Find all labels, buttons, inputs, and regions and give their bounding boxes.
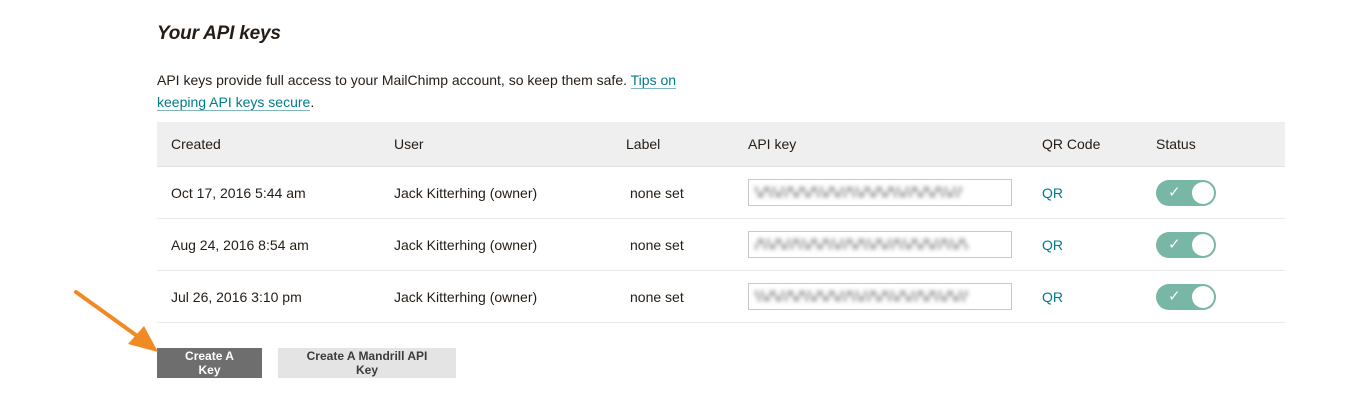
api-key-value: ▞▚▚▞▚▞▞▚▚▞▚▞▚▚▞▞▚▞▚▚▞▚▞▞▚▚▞▚▞▚▞▞▚▚▞▚ xyxy=(755,239,969,250)
table-row: Jul 26, 2016 3:10 pm Jack Kitterhing (ow… xyxy=(157,271,1285,323)
created-date: Oct 17, 2016 5:44 am xyxy=(171,184,306,201)
action-buttons: Create A Key Create A Mandrill API Key xyxy=(157,348,456,378)
key-label: none set xyxy=(630,288,684,305)
check-icon: ✓ xyxy=(1168,286,1181,305)
api-key-field[interactable]: ▞▚▚▞▚▞▞▚▚▞▚▞▚▚▞▞▚▞▚▚▞▚▞▞▚▚▞▚▞▚▞▞▚▚▞▚ xyxy=(748,231,1012,258)
api-key-cell: ▚▚▞▚▞▞▚▞▚▚▞▚▞▚▞▞▚▚▞▞▚▞▚▚▞▚▞▞▚▞▚▚▞▚▞▞ xyxy=(748,271,1012,322)
created-date: Aug 24, 2016 8:54 am xyxy=(171,236,309,253)
create-mandrill-key-button[interactable]: Create A Mandrill API Key xyxy=(278,348,456,378)
api-key-value: ▚▞▚▚▞▞▚▞▚▞▚▚▞▚▞▞▚▚▞▚▞▚▞▚▚▞▞▚▞▚▞▚▚▞▞ xyxy=(755,187,963,198)
header-user: User xyxy=(394,136,424,152)
api-keys-table: Created User Label API key QR Code Statu… xyxy=(157,122,1285,323)
header-created: Created xyxy=(171,136,221,152)
created-date: Jul 26, 2016 3:10 pm xyxy=(171,288,302,305)
toggle-knob xyxy=(1192,181,1214,204)
header-api-key: API key xyxy=(748,136,797,152)
intro-text: API keys provide full access to your Mai… xyxy=(157,69,717,113)
status-toggle[interactable]: ✓ xyxy=(1156,231,1216,258)
qr-link[interactable]: QR xyxy=(1042,237,1063,253)
toggle-knob xyxy=(1192,233,1214,256)
check-icon: ✓ xyxy=(1168,182,1181,201)
check-icon: ✓ xyxy=(1168,234,1181,253)
user-name: Jack Kitterhing (owner) xyxy=(394,184,538,201)
qr-link[interactable]: QR xyxy=(1042,289,1063,305)
intro-text-end: . xyxy=(310,94,315,110)
status-cell: ✓ xyxy=(1156,271,1216,322)
status-toggle[interactable]: ✓ xyxy=(1156,179,1216,206)
create-key-button[interactable]: Create A Key xyxy=(157,348,262,378)
api-key-cell: ▞▚▚▞▚▞▞▚▚▞▚▞▚▚▞▞▚▞▚▚▞▚▞▞▚▚▞▚▞▚▞▞▚▚▞▚ xyxy=(748,219,1012,270)
status-cell: ✓ xyxy=(1156,219,1216,270)
table-row: Aug 24, 2016 8:54 am Jack Kitterhing (ow… xyxy=(157,219,1285,271)
user-name: Jack Kitterhing (owner) xyxy=(394,288,538,305)
user-name: Jack Kitterhing (owner) xyxy=(394,236,538,253)
arrow-icon xyxy=(74,290,158,352)
api-key-field[interactable]: ▚▞▚▚▞▞▚▞▚▞▚▚▞▚▞▞▚▚▞▚▞▚▞▚▚▞▞▚▞▚▞▚▚▞▞ xyxy=(748,179,1012,206)
key-label: none set xyxy=(630,184,684,201)
intro-text-body: API keys provide full access to your Mai… xyxy=(157,72,631,88)
qr-cell: QR xyxy=(1042,219,1063,270)
api-key-field[interactable]: ▚▚▞▚▞▞▚▞▚▚▞▚▞▚▞▞▚▚▞▞▚▞▚▚▞▚▞▞▚▞▚▚▞▚▞▞ xyxy=(748,283,1012,310)
toggle-knob xyxy=(1192,285,1214,308)
header-qr-code: QR Code xyxy=(1042,136,1101,152)
api-key-cell: ▚▞▚▚▞▞▚▞▚▞▚▚▞▚▞▞▚▚▞▚▞▚▞▚▚▞▞▚▞▚▞▚▚▞▞ xyxy=(748,167,1012,218)
key-label: none set xyxy=(630,236,684,253)
qr-link[interactable]: QR xyxy=(1042,185,1063,201)
qr-cell: QR xyxy=(1042,167,1063,218)
qr-cell: QR xyxy=(1042,271,1063,322)
header-label: Label xyxy=(626,136,661,152)
status-toggle[interactable]: ✓ xyxy=(1156,283,1216,310)
page-title: Your API keys xyxy=(157,23,281,44)
status-cell: ✓ xyxy=(1156,167,1216,218)
table-header-row: Created User Label API key QR Code Statu… xyxy=(157,122,1285,167)
header-status: Status xyxy=(1156,136,1196,152)
table-row: Oct 17, 2016 5:44 am Jack Kitterhing (ow… xyxy=(157,167,1285,219)
api-key-value: ▚▚▞▚▞▞▚▞▚▚▞▚▞▚▞▞▚▚▞▞▚▞▚▚▞▚▞▞▚▞▚▚▞▚▞▞ xyxy=(755,291,969,302)
